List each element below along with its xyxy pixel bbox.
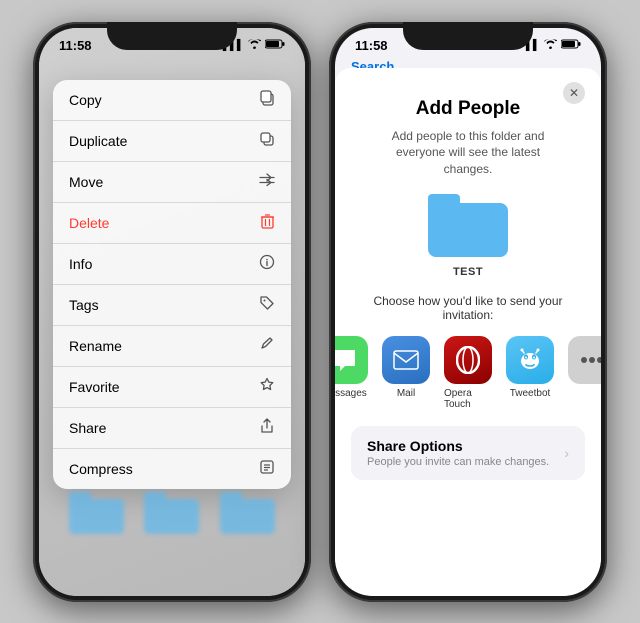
- context-menu: Copy Duplicate Move Delete: [53, 80, 291, 489]
- info-icon: [259, 254, 275, 274]
- messages-icon: [335, 336, 368, 384]
- status-icons-right: ▌▌: [526, 39, 581, 52]
- folder-body-graphic: [428, 203, 508, 257]
- app-opera[interactable]: Opera Touch: [444, 336, 492, 410]
- share-icon: [259, 418, 275, 438]
- right-screen: 11:58 ▌▌ Search ✕ Add People Add people …: [335, 28, 601, 596]
- app-mail[interactable]: Mail: [382, 336, 430, 410]
- modal-subtitle: Add people to this folder and everyone w…: [335, 128, 601, 178]
- messages-label: Messages: [335, 388, 367, 399]
- move-icon: [259, 172, 275, 192]
- mail-icon: [382, 336, 430, 384]
- modal-title: Add People: [335, 98, 601, 120]
- share-label: Share: [69, 420, 259, 436]
- menu-item-share[interactable]: Share: [53, 408, 291, 449]
- share-options-title: Share Options: [367, 438, 549, 454]
- time-left: 11:58: [59, 38, 92, 53]
- folder-name: TEST: [453, 266, 483, 278]
- menu-item-duplicate[interactable]: Duplicate: [53, 121, 291, 162]
- app-more[interactable]: [568, 336, 601, 410]
- copy-icon: [259, 90, 275, 110]
- star-icon: [259, 377, 275, 397]
- move-label: Move: [69, 174, 259, 190]
- folder-body: [69, 499, 124, 534]
- share-options-section[interactable]: Share Options People you invite can make…: [351, 426, 585, 480]
- share-options-text: Share Options People you invite can make…: [367, 438, 549, 468]
- wifi-icon-right: [544, 39, 557, 52]
- compress-label: Compress: [69, 461, 259, 477]
- menu-item-info[interactable]: Info: [53, 244, 291, 285]
- menu-item-tags[interactable]: Tags: [53, 285, 291, 326]
- bg-folder-1: [69, 492, 124, 536]
- folder-body: [220, 499, 275, 534]
- battery-icon-right: [561, 39, 581, 52]
- choose-text: Choose how you'd like to send your invit…: [335, 294, 601, 322]
- duplicate-label: Duplicate: [69, 133, 259, 149]
- menu-item-delete[interactable]: Delete: [53, 203, 291, 244]
- tweetbot-label: Tweetbot: [510, 388, 551, 399]
- tweetbot-icon: [506, 336, 554, 384]
- app-tweetbot[interactable]: Tweetbot: [506, 336, 554, 410]
- rename-label: Rename: [69, 338, 259, 354]
- trash-icon: [260, 213, 275, 233]
- more-icon: [568, 336, 601, 384]
- opera-label: Opera Touch: [444, 388, 492, 410]
- right-phone: 11:58 ▌▌ Search ✕ Add People Add people …: [329, 22, 607, 602]
- left-phone: 11:58 ▌▌▌ Search Copy Duplicate: [33, 22, 311, 602]
- tags-label: Tags: [69, 297, 259, 313]
- background-folders: [39, 492, 305, 536]
- modal-close-button[interactable]: ✕: [563, 82, 585, 104]
- compress-icon: [259, 459, 275, 479]
- left-screen: 11:58 ▌▌▌ Search Copy Duplicate: [39, 28, 305, 596]
- chevron-right-icon: ›: [564, 445, 569, 461]
- menu-item-favorite[interactable]: Favorite: [53, 367, 291, 408]
- duplicate-icon: [259, 131, 275, 151]
- share-apps-row: Messages Mail Opera Touch: [335, 336, 601, 410]
- menu-item-copy[interactable]: Copy: [53, 80, 291, 121]
- folder-body: [144, 499, 199, 534]
- mail-label: Mail: [397, 388, 415, 399]
- copy-label: Copy: [69, 92, 259, 108]
- share-options-subtitle: People you invite can make changes.: [367, 456, 549, 468]
- folder-graphic: [428, 194, 508, 260]
- app-messages[interactable]: Messages: [335, 336, 368, 410]
- notch: [107, 22, 237, 50]
- menu-item-rename[interactable]: Rename: [53, 326, 291, 367]
- menu-item-move[interactable]: Move: [53, 162, 291, 203]
- add-people-modal: ✕ Add People Add people to this folder a…: [335, 68, 601, 596]
- delete-label: Delete: [69, 215, 260, 231]
- bg-folder-3: [220, 492, 275, 536]
- time-right: 11:58: [355, 38, 388, 53]
- battery-icon: [265, 39, 285, 52]
- modal-folder: TEST: [335, 194, 601, 278]
- pencil-icon: [259, 336, 275, 356]
- tag-icon: [259, 295, 275, 315]
- wifi-icon: [248, 39, 261, 52]
- info-label: Info: [69, 256, 259, 272]
- favorite-label: Favorite: [69, 379, 259, 395]
- notch-right: [403, 22, 533, 50]
- opera-icon: [444, 336, 492, 384]
- close-icon: ✕: [569, 86, 579, 100]
- menu-item-compress[interactable]: Compress: [53, 449, 291, 489]
- bg-folder-2: [144, 492, 199, 536]
